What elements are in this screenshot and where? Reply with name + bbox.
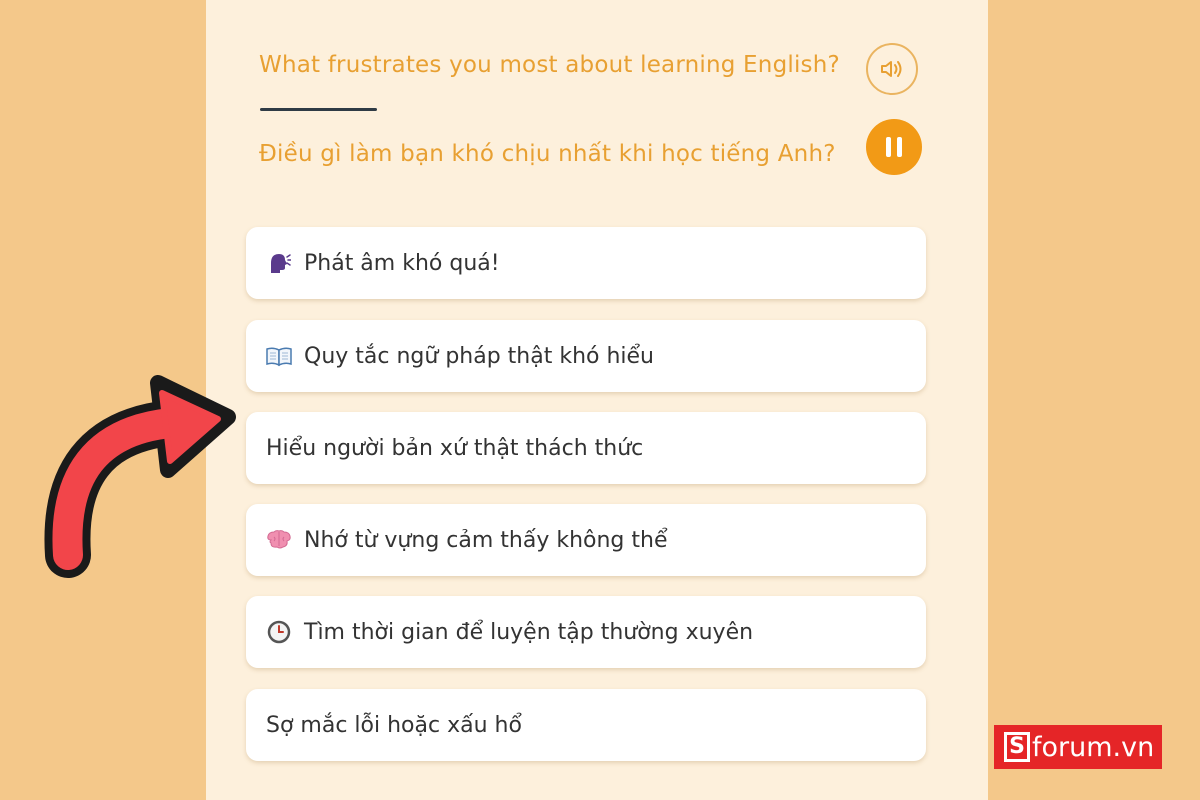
answer-option-label: Phát âm khó quá! <box>304 250 500 276</box>
pointer-arrow-icon <box>44 375 236 578</box>
brain-icon <box>266 527 292 553</box>
answer-option-fear-mistakes[interactable]: Sợ mắc lỗi hoặc xấu hổ <box>246 689 926 761</box>
pause-icon <box>886 137 902 157</box>
question-vietnamese: Điều gì làm bạn khó chịu nhất khi học ti… <box>259 141 836 167</box>
question-english: What frustrates you most about learning … <box>259 52 840 78</box>
answer-option-practice-time[interactable]: Tìm thời gian để luyện tập thường xuyên <box>246 596 926 668</box>
answer-option-grammar[interactable]: Quy tắc ngữ pháp thật khó hiểu <box>246 320 926 392</box>
answer-option-label: Hiểu người bản xứ thật thách thức <box>266 435 644 461</box>
speaker-button[interactable] <box>866 43 918 95</box>
logo-letter: S <box>1004 732 1030 762</box>
open-book-icon <box>266 343 292 369</box>
logo-text: forum.vn <box>1032 731 1155 763</box>
answer-option-label: Quy tắc ngữ pháp thật khó hiểu <box>304 343 655 369</box>
answer-option-native-speakers[interactable]: Hiểu người bản xứ thật thách thức <box>246 412 926 484</box>
quiz-panel <box>206 0 988 800</box>
speaker-icon <box>881 61 902 77</box>
speaking-head-icon <box>266 250 292 276</box>
answer-option-label: Tìm thời gian để luyện tập thường xuyên <box>304 619 754 645</box>
answer-option-pronunciation[interactable]: Phát âm khó quá! <box>246 227 926 299</box>
sforum-logo: S forum.vn <box>994 725 1162 769</box>
question-divider <box>260 108 377 111</box>
answer-option-vocabulary[interactable]: Nhớ từ vựng cảm thấy không thể <box>246 504 926 576</box>
pause-button[interactable] <box>866 119 922 175</box>
answer-option-label: Sợ mắc lỗi hoặc xấu hổ <box>266 712 522 738</box>
clock-icon <box>266 619 292 645</box>
answer-option-label: Nhớ từ vựng cảm thấy không thể <box>304 527 668 553</box>
